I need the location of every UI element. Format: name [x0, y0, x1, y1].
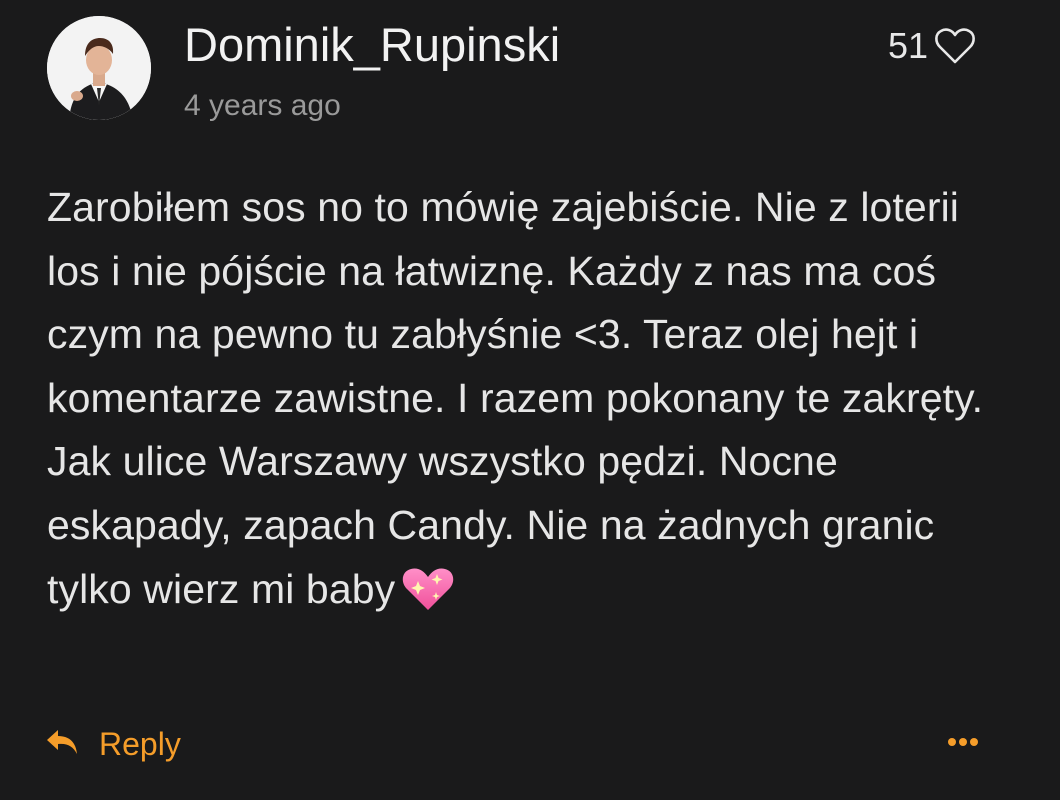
- avatar-image: [47, 16, 151, 120]
- reply-arrow-icon: [45, 728, 79, 761]
- reply-button[interactable]: Reply: [45, 722, 181, 766]
- heart-outline-icon[interactable]: [934, 27, 976, 65]
- comment-card: Dominik_Rupinski 4 years ago 51 Zarobiłe…: [0, 0, 1060, 800]
- reply-label: Reply: [99, 726, 181, 762]
- like-button[interactable]: 51: [888, 24, 976, 68]
- like-count: 51: [887, 25, 928, 66]
- comment-text: Zarobiłem sos no to mówię zajebiście. Ni…: [47, 184, 984, 612]
- more-options-icon[interactable]: [948, 738, 978, 746]
- author-name[interactable]: Dominik_Rupinski: [184, 14, 560, 76]
- sparkling-heart-icon: [401, 564, 455, 612]
- avatar[interactable]: [47, 16, 151, 120]
- comment-body: Zarobiłem sos no to mówię zajebiście. Ni…: [47, 176, 997, 621]
- comment-timestamp: 4 years ago: [184, 89, 341, 122]
